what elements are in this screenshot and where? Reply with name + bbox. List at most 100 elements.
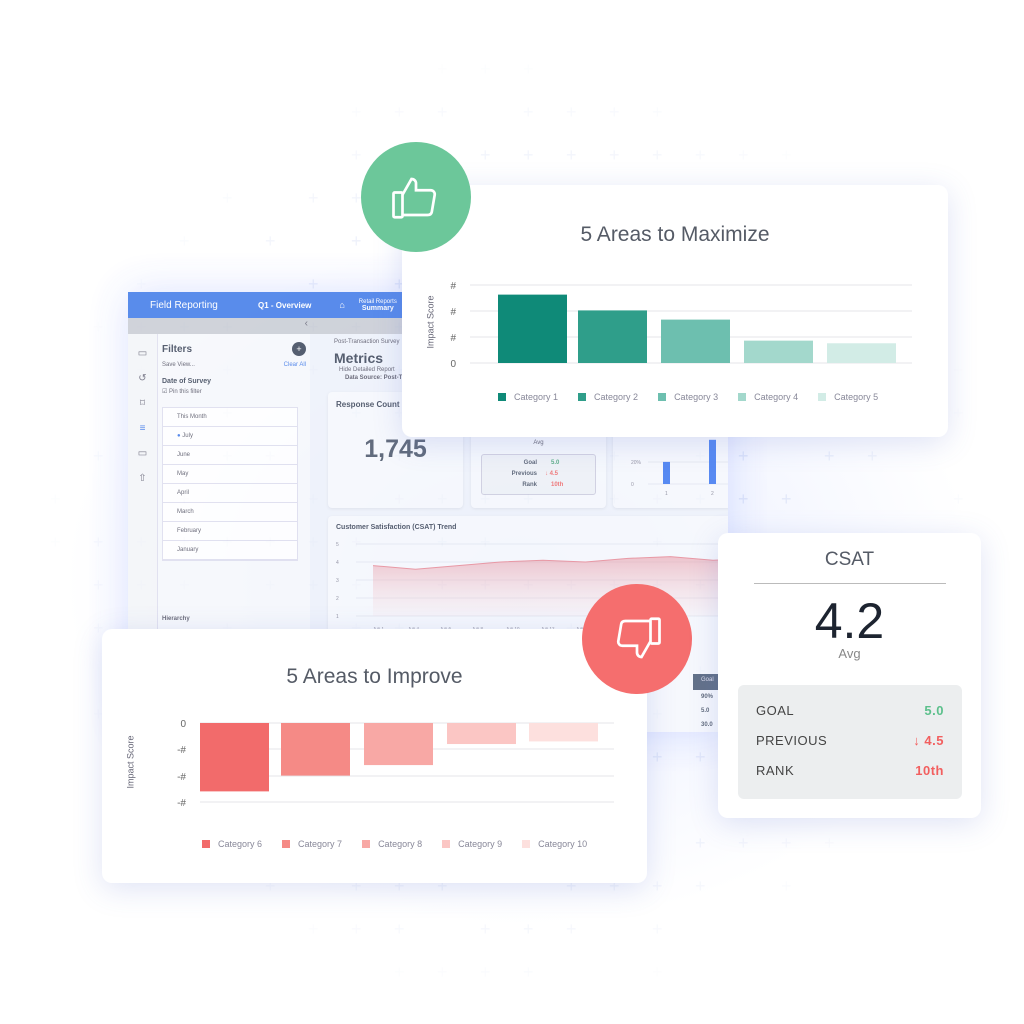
mini-previous-value: 4.5 — [550, 471, 558, 477]
hide-report-toggle[interactable]: Hide Detailed Report — [339, 367, 395, 373]
plus-mark: + — [695, 877, 706, 895]
legend-label: Category 1 — [514, 392, 558, 402]
collapse-icon[interactable]: ‹ — [305, 318, 308, 329]
legend-label: Category 2 — [594, 392, 638, 402]
y-tick-label: -# — [177, 798, 186, 809]
legend-swatch — [738, 393, 746, 401]
bar-category-3 — [661, 320, 730, 363]
plus-mark: + — [308, 189, 319, 207]
y-tick-label: -# — [177, 772, 186, 783]
pin-label: Pin this filter — [169, 389, 202, 395]
plus-mark: + — [781, 877, 792, 895]
legend-label: Category 4 — [754, 392, 798, 402]
filter-icon[interactable]: ≡ — [128, 423, 157, 434]
plus-mark: + — [781, 490, 792, 508]
plus-mark: + — [523, 920, 534, 938]
survey-name: Post-Transaction Survey — [334, 339, 399, 345]
bar-category-5 — [827, 343, 896, 363]
month-option[interactable]: This Month — [163, 408, 297, 427]
month-option[interactable]: June — [163, 446, 297, 465]
csat-value: 4.2 — [718, 596, 981, 646]
month-list: This Month ● July June May April March F… — [162, 407, 298, 561]
legend-swatch — [442, 840, 450, 848]
pin-filter-checkbox[interactable]: ☑ Pin this filter — [162, 388, 306, 395]
y-tick-label: 4 — [336, 560, 339, 566]
plus-mark: + — [179, 232, 190, 250]
filters-title: Filters — [162, 344, 192, 355]
save-view-link[interactable]: Save View... — [162, 362, 195, 368]
month-option-selected[interactable]: ● July — [163, 427, 297, 446]
plus-mark: + — [394, 920, 405, 938]
plus-mark: + — [308, 275, 319, 293]
month-option[interactable]: March — [163, 503, 297, 522]
bookmark-icon[interactable]: ⌑ — [128, 398, 157, 409]
mini-previous-label: Previous — [482, 469, 537, 480]
add-filter-button[interactable]: + — [292, 342, 306, 356]
legend-item: Category 7 — [282, 839, 342, 849]
y-tick-label: # — [450, 281, 456, 292]
clear-all-link[interactable]: Clear All — [284, 362, 306, 368]
thumbs-up-badge — [361, 142, 471, 252]
tab-overview[interactable]: Q1 - Overview — [258, 301, 311, 310]
legend-swatch — [362, 840, 370, 848]
plus-mark: + — [351, 146, 362, 164]
maximize-title: 5 Areas to Maximize — [402, 223, 948, 247]
mini-rank: 10th — [551, 480, 563, 491]
rocket-icon[interactable]: ⇧ — [128, 473, 157, 484]
plus-mark: + — [695, 748, 706, 766]
history-icon[interactable]: ↺ — [128, 373, 157, 384]
plus-mark: + — [523, 146, 534, 164]
plus-mark: + — [566, 146, 577, 164]
y-tick-label: -# — [177, 745, 186, 756]
bar-category-2 — [578, 310, 647, 363]
y-tick-label: 0 — [450, 359, 456, 370]
plus-mark: + — [93, 533, 104, 551]
plus-mark: + — [523, 103, 534, 121]
month-option[interactable]: April — [163, 484, 297, 503]
plus-mark: + — [566, 920, 577, 938]
bar-category-4 — [744, 341, 813, 363]
y-tick-label: 2 — [336, 596, 339, 602]
hierarchy-header[interactable]: Hierarchy — [162, 616, 190, 622]
plus-mark: + — [781, 146, 792, 164]
month-option[interactable]: May — [163, 465, 297, 484]
plus-mark: + — [609, 103, 620, 121]
plus-mark: + — [480, 60, 491, 78]
data-source: Data Source: Post-Tr — [345, 375, 404, 381]
thumbs-up-icon — [389, 170, 443, 224]
month-option[interactable]: February — [163, 522, 297, 541]
plus-mark: + — [93, 447, 104, 465]
plus-mark: + — [738, 146, 749, 164]
previous-label: PREVIOUS — [756, 733, 827, 748]
monitor-icon[interactable]: ▭ — [128, 448, 157, 459]
plus-mark: + — [351, 232, 362, 250]
plus-mark: + — [136, 275, 147, 293]
month-option[interactable]: January — [163, 541, 297, 560]
plus-mark: + — [953, 490, 964, 508]
bar-category-1 — [498, 295, 567, 363]
mini-previous: ↓ 4.5 — [545, 469, 558, 480]
plus-mark: + — [824, 834, 835, 852]
rank-label: RANK — [756, 763, 794, 778]
plus-mark: + — [953, 361, 964, 379]
plus-mark: + — [437, 963, 448, 981]
legend-item: Category 10 — [522, 839, 587, 849]
plus-mark: + — [308, 920, 319, 938]
plus-mark: + — [652, 877, 663, 895]
csat-divider — [754, 583, 946, 584]
date-of-survey-header[interactable]: Date of Survey — [162, 378, 306, 385]
legend-label: Category 8 — [378, 839, 422, 849]
legend-item: Category 5 — [818, 392, 878, 402]
improve-card: 5 Areas to Improve Impact Score 0 -# -# -# … — [102, 629, 647, 883]
legend-item: Category 9 — [442, 839, 502, 849]
legend-item: Category 1 — [498, 392, 558, 402]
breadcrumb[interactable]: Retail Reports Summary — [359, 299, 397, 312]
plus-mark: + — [953, 404, 964, 422]
maximize-chart: ###0 — [402, 265, 948, 465]
plus-mark: + — [437, 103, 448, 121]
previous-number: 4.5 — [924, 733, 944, 748]
csat-card: CSAT 4.2 Avg GOAL 5.0 PREVIOUS ↓ 4.5 RANK 1… — [718, 533, 981, 818]
folder-icon[interactable]: ▭ — [128, 348, 157, 359]
month-label: July — [182, 433, 193, 439]
home-icon[interactable]: ⌂ — [339, 300, 344, 310]
